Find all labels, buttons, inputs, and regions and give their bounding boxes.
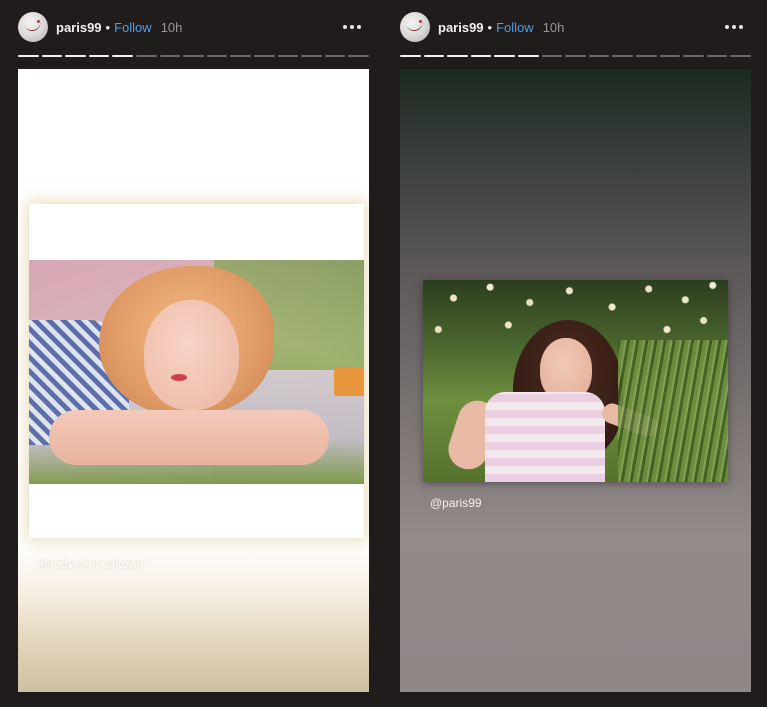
avatar[interactable] <box>400 12 430 42</box>
photo-dress <box>485 392 605 482</box>
progress-segment-done <box>112 55 133 57</box>
stories-viewer: paris99 • Follow 10h @redvelvet.smtown p… <box>0 0 767 707</box>
username[interactable]: paris99 <box>56 20 102 35</box>
photo-lips <box>171 374 187 381</box>
progress-segment <box>206 55 228 57</box>
story-header: paris99 • Follow 10h <box>400 12 751 42</box>
mention-tag[interactable]: @redvelvet.smtown <box>38 557 144 571</box>
more-dot <box>739 25 743 29</box>
progress-segment-done <box>41 55 63 57</box>
more-dot <box>350 25 354 29</box>
story-progress-bar <box>400 55 751 57</box>
avatar-signature-dot <box>419 20 422 23</box>
more-options-icon[interactable] <box>343 20 361 34</box>
progress-segment-done <box>470 55 492 57</box>
progress-segment-done <box>18 55 39 57</box>
avatar-signature-dot <box>37 20 40 23</box>
photo-arm <box>49 410 329 465</box>
progress-segment <box>253 55 275 57</box>
avatar[interactable] <box>18 12 48 42</box>
separator-dot: • <box>487 19 493 35</box>
story-right: paris99 • Follow 10h @paris99 <box>400 0 751 707</box>
progress-segment <box>159 55 181 57</box>
story-progress-bar <box>18 55 369 57</box>
timestamp: 10h <box>542 19 565 35</box>
follow-button[interactable]: Follow <box>496 20 534 35</box>
photo-cup <box>334 368 364 396</box>
mention-tag[interactable]: @paris99 <box>430 496 482 510</box>
shared-post-card[interactable] <box>29 204 364 538</box>
story-left: paris99 • Follow 10h @redvelvet.smtown <box>18 0 369 707</box>
progress-segment <box>730 55 751 57</box>
story-frame[interactable]: @redvelvet.smtown <box>18 69 369 692</box>
progress-segment-done <box>65 55 86 57</box>
progress-segment <box>348 55 369 57</box>
progress-segment <box>612 55 633 57</box>
progress-segment <box>683 55 704 57</box>
progress-segment <box>301 55 322 57</box>
progress-segment <box>183 55 204 57</box>
progress-segment-done <box>447 55 468 57</box>
progress-segment-done <box>494 55 515 57</box>
timestamp: 10h <box>160 19 183 35</box>
story-header: paris99 • Follow 10h <box>18 12 369 42</box>
progress-segment <box>659 55 681 57</box>
more-dot <box>725 25 729 29</box>
progress-segment <box>541 55 563 57</box>
progress-segment-done <box>517 55 539 57</box>
progress-segment <box>230 55 251 57</box>
post-photo <box>29 260 364 484</box>
progress-segment <box>277 55 299 57</box>
progress-segment <box>588 55 610 57</box>
photo-grass <box>618 340 728 482</box>
progress-segment-done <box>88 55 110 57</box>
follow-button[interactable]: Follow <box>114 20 152 35</box>
post-photo[interactable] <box>423 280 728 482</box>
more-options-icon[interactable] <box>725 20 743 34</box>
progress-segment <box>706 55 728 57</box>
progress-segment <box>565 55 586 57</box>
username[interactable]: paris99 <box>438 20 484 35</box>
progress-segment-done <box>400 55 421 57</box>
progress-segment <box>324 55 346 57</box>
separator-dot: • <box>105 19 111 35</box>
more-dot <box>357 25 361 29</box>
progress-segment <box>135 55 157 57</box>
more-dot <box>343 25 347 29</box>
photo-face <box>144 300 239 410</box>
more-dot <box>732 25 736 29</box>
story-frame[interactable]: @paris99 <box>400 69 751 692</box>
progress-segment <box>635 55 657 57</box>
progress-segment-done <box>423 55 445 57</box>
